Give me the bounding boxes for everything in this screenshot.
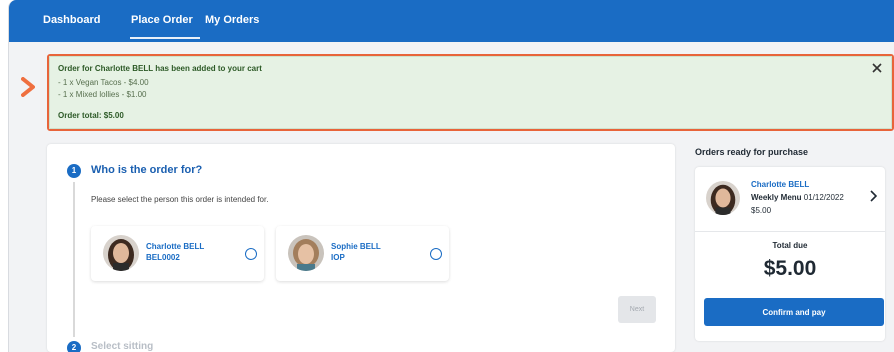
person-name: Sophie BELL <box>331 242 381 251</box>
step-1-subtitle: Please select the person this order is i… <box>91 195 269 204</box>
step-2-number: 2 <box>67 341 81 352</box>
cart-added-alert: Order for Charlotte BELL has been added … <box>47 54 894 131</box>
highlight-arrow-icon <box>21 77 37 99</box>
order-steps-card: 1 Who is the order for? Please select th… <box>47 144 675 352</box>
step-1-number: 1 <box>67 164 81 178</box>
nav-dashboard[interactable]: Dashboard <box>43 14 100 26</box>
select-radio[interactable] <box>245 248 257 260</box>
orders-summary-card: Charlotte BELL Weekly Menu 01/12/2022 $5… <box>695 167 885 341</box>
step-1-title: Who is the order for? <box>91 164 203 176</box>
avatar <box>103 235 139 271</box>
alert-item-line: - 1 x Mixed lollies - $1.00 <box>58 90 147 99</box>
confirm-and-pay-button[interactable]: Confirm and pay <box>704 298 884 326</box>
order-menu-name: Weekly Menu <box>751 193 802 202</box>
chevron-right-icon[interactable] <box>869 190 878 204</box>
divider <box>695 231 885 232</box>
avatar <box>706 181 740 215</box>
next-button[interactable]: Next <box>618 296 656 323</box>
nav-place-order[interactable]: Place Order <box>131 14 193 26</box>
person-card-charlotte[interactable]: Charlotte BELL BEL0002 <box>91 226 264 281</box>
alert-title: Order for Charlotte BELL has been added … <box>58 64 262 73</box>
alert-item-line: - 1 x Vegan Tacos - $4.00 <box>58 78 149 87</box>
avatar <box>288 235 324 271</box>
top-navigation: Dashboard Place Order My Orders <box>9 0 894 42</box>
person-name: Charlotte BELL <box>146 242 205 251</box>
person-id: IOP <box>331 253 345 262</box>
nav-my-orders[interactable]: My Orders <box>205 14 259 26</box>
alert-order-total: Order total: $5.00 <box>58 111 124 120</box>
order-date: 01/12/2022 <box>803 193 844 202</box>
order-person-name[interactable]: Charlotte BELL <box>751 180 809 189</box>
order-menu-info: Weekly Menu 01/12/2022 <box>751 193 844 202</box>
person-id: BEL0002 <box>146 253 180 262</box>
step-2-title: Select sitting <box>91 341 154 352</box>
person-card-sophie[interactable]: Sophie BELL IOP <box>276 226 449 281</box>
order-price: $5.00 <box>751 206 772 215</box>
total-due-value: $5.00 <box>763 257 817 280</box>
nav-active-indicator <box>130 37 200 39</box>
step-connector-line <box>73 182 75 337</box>
orders-ready-heading: Orders ready for purchase <box>695 147 809 157</box>
select-radio[interactable] <box>430 248 442 260</box>
total-due-label: Total due <box>772 241 808 250</box>
close-icon[interactable] <box>872 61 882 75</box>
